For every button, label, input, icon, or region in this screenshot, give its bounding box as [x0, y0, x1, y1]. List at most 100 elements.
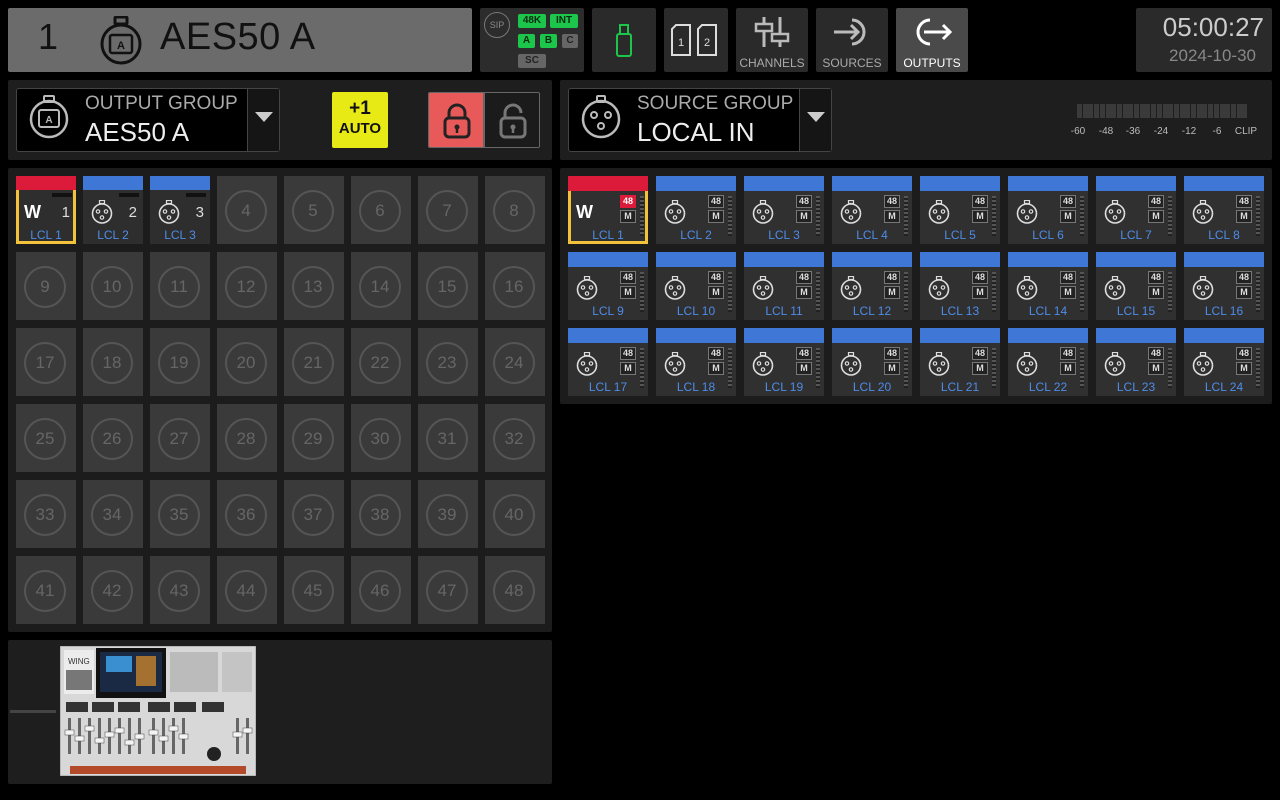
output-slot[interactable]: 4	[217, 176, 277, 244]
mute-badge[interactable]: M	[1236, 210, 1252, 223]
usb-button[interactable]	[592, 8, 656, 72]
output-slot[interactable]: 26	[83, 404, 143, 472]
source-slot[interactable]: 48 M LCL 18	[656, 328, 736, 396]
output-group-select[interactable]: A OUTPUT GROUP AES50 A	[16, 88, 280, 152]
output-slot[interactable]: 6	[351, 176, 411, 244]
phantom-power-badge[interactable]: 48	[884, 195, 900, 208]
source-slot[interactable]: 48 M LCL 21	[920, 328, 1000, 396]
output-slot[interactable]: 3 LCL 3	[150, 176, 210, 244]
output-slot[interactable]: 5	[284, 176, 344, 244]
source-group-select[interactable]: SOURCE GROUP LOCAL IN	[568, 88, 832, 152]
output-slot[interactable]: 30	[351, 404, 411, 472]
source-slot[interactable]: 48 M LCL 6	[1008, 176, 1088, 244]
phantom-power-badge[interactable]: 48	[796, 347, 812, 360]
output-slot[interactable]: 19	[150, 328, 210, 396]
phantom-power-badge[interactable]: 48	[1060, 271, 1076, 284]
output-slot[interactable]: 35	[150, 480, 210, 548]
output-slot[interactable]: 22	[351, 328, 411, 396]
output-slot[interactable]: 9	[16, 252, 76, 320]
auto-increment-button[interactable]: +1 AUTO	[332, 92, 388, 148]
output-slot[interactable]: 23	[418, 328, 478, 396]
phantom-power-badge[interactable]: 48	[1060, 195, 1076, 208]
source-slot[interactable]: 48 M LCL 12	[832, 252, 912, 320]
source-slot[interactable]: 48 M LCL 22	[1008, 328, 1088, 396]
mute-badge[interactable]: M	[1060, 210, 1076, 223]
output-slot[interactable]: 46	[351, 556, 411, 624]
output-slot[interactable]: 8	[485, 176, 545, 244]
output-slot[interactable]: 16	[485, 252, 545, 320]
phantom-power-badge[interactable]: 48	[1148, 195, 1164, 208]
sources-button[interactable]: SOURCES	[816, 8, 888, 72]
mute-badge[interactable]: M	[708, 286, 724, 299]
phantom-power-badge[interactable]: 48	[620, 347, 636, 360]
output-slot[interactable]: 28	[217, 404, 277, 472]
mute-badge[interactable]: M	[884, 210, 900, 223]
mute-badge[interactable]: M	[1060, 362, 1076, 375]
phantom-power-badge[interactable]: 48	[708, 347, 724, 360]
output-slot[interactable]: W 1 LCL 1	[16, 176, 76, 244]
output-slot[interactable]: 21	[284, 328, 344, 396]
phantom-power-badge[interactable]: 48	[1236, 347, 1252, 360]
source-slot[interactable]: 48 M LCL 11	[744, 252, 824, 320]
output-slot[interactable]: 17	[16, 328, 76, 396]
output-slot[interactable]: 32	[485, 404, 545, 472]
output-slot[interactable]: 41	[16, 556, 76, 624]
source-slot[interactable]: W 48 M LCL 1	[568, 176, 648, 244]
phantom-power-badge[interactable]: 48	[708, 271, 724, 284]
output-slot[interactable]: 18	[83, 328, 143, 396]
source-slot[interactable]: 48 M LCL 9	[568, 252, 648, 320]
output-slot[interactable]: 44	[217, 556, 277, 624]
mute-badge[interactable]: M	[1060, 286, 1076, 299]
mute-badge[interactable]: M	[708, 362, 724, 375]
sd-cards-button[interactable]: 1 2	[664, 8, 728, 72]
output-slot[interactable]: 42	[83, 556, 143, 624]
mute-badge[interactable]: M	[1236, 286, 1252, 299]
source-slot[interactable]: 48 M LCL 23	[1096, 328, 1176, 396]
mute-badge[interactable]: M	[1148, 210, 1164, 223]
output-slot[interactable]: 13	[284, 252, 344, 320]
phantom-power-badge[interactable]: 48	[1148, 271, 1164, 284]
phantom-power-badge[interactable]: 48	[1236, 271, 1252, 284]
output-slot[interactable]: 39	[418, 480, 478, 548]
unlock-button[interactable]	[484, 92, 540, 148]
lock-button[interactable]	[428, 92, 484, 148]
output-slot[interactable]: 10	[83, 252, 143, 320]
source-slot[interactable]: 48 M LCL 7	[1096, 176, 1176, 244]
output-slot[interactable]: 33	[16, 480, 76, 548]
phantom-power-badge[interactable]: 48	[796, 271, 812, 284]
mute-badge[interactable]: M	[708, 210, 724, 223]
mute-badge[interactable]: M	[1236, 362, 1252, 375]
source-slot[interactable]: 48 M LCL 5	[920, 176, 1000, 244]
output-slot[interactable]: 48	[485, 556, 545, 624]
phantom-power-badge[interactable]: 48	[972, 347, 988, 360]
source-slot[interactable]: 48 M LCL 20	[832, 328, 912, 396]
source-slot[interactable]: 48 M LCL 8	[1184, 176, 1264, 244]
output-slot[interactable]: 27	[150, 404, 210, 472]
mute-badge[interactable]: M	[796, 286, 812, 299]
output-slot[interactable]: 45	[284, 556, 344, 624]
phantom-power-badge[interactable]: 48	[708, 195, 724, 208]
output-slot[interactable]: 38	[351, 480, 411, 548]
output-slot[interactable]: 29	[284, 404, 344, 472]
mute-badge[interactable]: M	[620, 210, 636, 223]
phantom-power-badge[interactable]: 48	[972, 195, 988, 208]
output-slot[interactable]: 14	[351, 252, 411, 320]
mute-badge[interactable]: M	[972, 286, 988, 299]
channels-button[interactable]: CHANNELS	[736, 8, 808, 72]
source-slot[interactable]: 48 M LCL 17	[568, 328, 648, 396]
phantom-power-badge[interactable]: 48	[884, 347, 900, 360]
mute-badge[interactable]: M	[796, 210, 812, 223]
output-slot[interactable]: 43	[150, 556, 210, 624]
output-slot[interactable]: 20	[217, 328, 277, 396]
output-slot[interactable]: 12	[217, 252, 277, 320]
source-slot[interactable]: 48 M LCL 2	[656, 176, 736, 244]
phantom-power-badge[interactable]: 48	[1060, 347, 1076, 360]
source-slot[interactable]: 48 M LCL 3	[744, 176, 824, 244]
phantom-power-badge[interactable]: 48	[1236, 195, 1252, 208]
source-slot[interactable]: 48 M LCL 10	[656, 252, 736, 320]
mute-badge[interactable]: M	[620, 286, 636, 299]
phantom-power-badge[interactable]: 48	[620, 271, 636, 284]
mute-badge[interactable]: M	[972, 362, 988, 375]
output-slot[interactable]: 11	[150, 252, 210, 320]
output-slot[interactable]: 36	[217, 480, 277, 548]
